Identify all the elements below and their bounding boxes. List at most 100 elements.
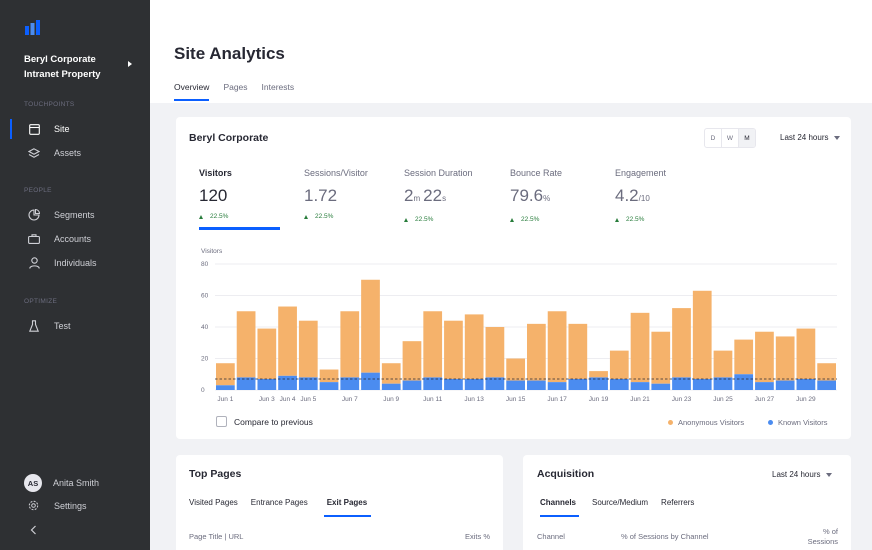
bar-anonymous [236,311,256,378]
sidebar-item-segments[interactable]: Segments [0,203,150,227]
metric-value: 1.72 [304,186,338,205]
tab-pages[interactable]: Pages [223,82,247,101]
bar-anonymous [464,314,484,379]
bar-anonymous [506,358,525,381]
x-tick-label: Jun 7 [342,396,358,403]
property-name[interactable]: Beryl Corporate Intranet Property [24,52,124,82]
metric-delta: 22.5% [510,216,562,223]
y-tick-label: 20 [201,356,209,363]
x-tick-label: Jun 27 [755,396,775,403]
sidebar: Beryl Corporate Intranet Property TOUCHP… [0,0,150,550]
metric-value: 2m 22s [404,186,447,205]
site-icon [27,122,41,136]
tab-referrers[interactable]: Referrers [661,498,694,517]
bar-known [547,382,567,390]
top-pages-title: Top Pages [189,468,242,480]
range-label: Last 24 hours [772,470,821,479]
bar-known [568,378,588,390]
metric-label: Session Duration [404,168,473,178]
x-tick-label: Jun 23 [672,396,692,403]
sidebar-item-label: Segments [54,210,95,220]
settings-link[interactable]: Settings [0,500,150,511]
sidebar-item-test[interactable]: Test [0,314,150,338]
bar-known [651,383,671,390]
sidebar-item-label: Assets [54,148,82,158]
bar-anonymous [713,350,733,378]
x-tick-label: Jun 29 [796,396,816,403]
tab-visited-pages[interactable]: Visited Pages [189,498,238,517]
trend-up-icon [404,217,408,222]
bar-known [609,378,629,390]
bar-anonymous [361,279,380,373]
tab-exit-pages[interactable]: Exit Pages [323,498,372,517]
period-selector: D W M [704,128,756,148]
metric-bounce-rate[interactable]: Bounce Rate 79.6% 22.5% [510,168,562,223]
x-tick-label: Jun 25 [713,396,733,403]
x-tick-label: Jun 17 [547,396,567,403]
assets-icon [27,146,41,160]
accounts-icon [27,232,41,246]
bar-anonymous [278,306,297,376]
compare-label: Compare to previous [234,416,313,427]
x-tick-label: Jun 19 [589,396,609,403]
x-tick-label: Jun 3 [259,396,275,403]
metric-session-duration[interactable]: Session Duration 2m 22s 22.5% [404,168,473,223]
gear-icon [28,500,39,511]
compare-checkbox[interactable]: Compare to previous [216,416,313,427]
metric-value: 4.2/10 [615,186,650,205]
bar-known [734,374,754,390]
sidebar-item-label: Site [54,124,70,134]
checkbox-box[interactable] [216,416,227,427]
period-week-button[interactable]: W [722,129,739,147]
metric-label: Visitors [199,168,232,178]
column-header-exits[interactable]: Exits % [465,532,490,541]
bar-anonymous [298,320,318,378]
tab-entrance-pages[interactable]: Entrance Pages [251,498,308,517]
tab-overview[interactable]: Overview [174,82,210,101]
sidebar-item-site[interactable]: Site [0,117,150,141]
column-header-page-title[interactable]: Page Title | URL [189,532,243,541]
caret-down-icon [834,135,841,140]
collapse-sidebar-button[interactable] [0,525,150,535]
range-dropdown[interactable]: Last 24 hours [780,133,841,142]
bar-anonymous [319,369,339,383]
bar-anonymous [568,323,588,379]
acquisition-range-dropdown[interactable]: Last 24 hours [772,470,833,479]
card-title: Beryl Corporate [189,132,269,144]
bar-anonymous [340,311,360,378]
sidebar-item-individuals[interactable]: Individuals [0,251,150,275]
metric-delta: 22.5% [615,216,666,223]
metric-label: Sessions/Visitor [304,168,368,178]
tab-channels[interactable]: Channels [540,498,580,517]
bar-anonymous [485,327,505,378]
bar-anonymous [402,341,422,381]
bar-known [402,380,422,390]
sidebar-item-accounts[interactable]: Accounts [0,227,150,251]
metric-sessions-visitor[interactable]: Sessions/Visitor 1.72 22.5% [304,168,368,220]
acquisition-tabs: Channels Source/Medium Referrers [540,498,707,517]
bar-anonymous [609,350,629,379]
legend-swatch [768,420,773,425]
legend-swatch [668,420,673,425]
metric-visitors[interactable]: Visitors 120 22.5% [199,168,232,220]
tab-source-medium[interactable]: Source/Medium [592,498,648,517]
metric-engagement[interactable]: Engagement 4.2/10 22.5% [615,168,666,223]
column-header-sessions-by-channel[interactable]: % of Sessions by Channel [621,532,709,541]
chevron-right-icon[interactable] [128,61,132,67]
visitors-chart: Visitors 0 20 40 60 80 Jun 1 Jun 3 Jun 4 Jun 5 Jun… [201,248,837,403]
user-menu[interactable]: AS Anita Smith [0,474,150,492]
page-header: Site Analytics Overview Pages Interests [150,0,872,103]
section-label-touchpoints: TOUCHPOINTS [24,101,75,108]
bar-anonymous [775,336,795,381]
column-header-sessions-percent[interactable]: % of Sessions [800,527,838,547]
individuals-icon [27,256,41,270]
period-month-button[interactable]: M [739,129,755,147]
metric-label: Bounce Rate [510,168,563,178]
period-day-button[interactable]: D [705,129,722,147]
tab-interests[interactable]: Interests [262,82,295,101]
sidebar-item-assets[interactable]: Assets [0,141,150,165]
trend-up-icon [304,214,308,219]
metric-value: 120 [199,186,228,205]
trend-up-icon [199,214,203,219]
column-header-channel[interactable]: Channel [537,532,565,541]
